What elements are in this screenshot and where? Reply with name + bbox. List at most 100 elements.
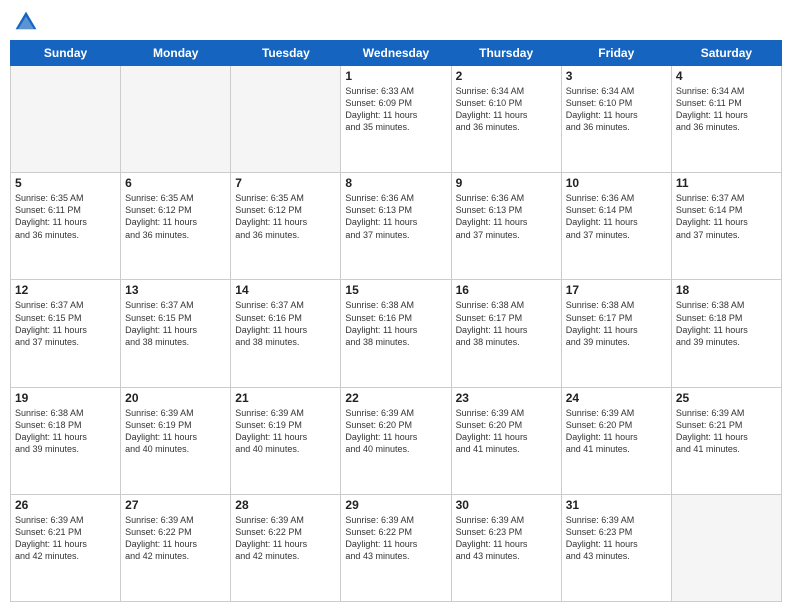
day-cell: 5 Sunrise: 6:35 AM Sunset: 6:11 PM Daylig… <box>11 173 121 280</box>
week-row-4: 26 Sunrise: 6:39 AM Sunset: 6:21 PM Dayli… <box>11 494 782 601</box>
day-cell: 27 Sunrise: 6:39 AM Sunset: 6:22 PM Dayli… <box>121 494 231 601</box>
day-cell: 25Sunrise: 6:39 AM Sunset: 6:21 PM Dayli… <box>671 387 781 494</box>
week-row-1: 5 Sunrise: 6:35 AM Sunset: 6:11 PM Daylig… <box>11 173 782 280</box>
day-number: 22 <box>345 391 446 405</box>
day-cell: 1 Sunrise: 6:33 AM Sunset: 6:09 PM Daylig… <box>341 66 451 173</box>
day-number: 6 <box>125 176 226 190</box>
day-info: Sunrise: 6:39 AM Sunset: 6:23 PM Dayligh… <box>566 514 667 563</box>
week-row-3: 19Sunrise: 6:38 AM Sunset: 6:18 PM Dayli… <box>11 387 782 494</box>
day-info: Sunrise: 6:36 AM Sunset: 6:14 PM Dayligh… <box>566 192 667 241</box>
day-cell: 14 Sunrise: 6:37 AM Sunset: 6:16 PM Dayli… <box>231 280 341 387</box>
day-info: Sunrise: 6:36 AM Sunset: 6:13 PM Dayligh… <box>345 192 446 241</box>
day-cell: 20 Sunrise: 6:39 AM Sunset: 6:19 PM Dayli… <box>121 387 231 494</box>
day-number: 27 <box>125 498 226 512</box>
week-row-0: 1 Sunrise: 6:33 AM Sunset: 6:09 PM Daylig… <box>11 66 782 173</box>
day-number: 3 <box>566 69 667 83</box>
day-info: Sunrise: 6:37 AM Sunset: 6:16 PM Dayligh… <box>235 299 336 348</box>
day-number: 16 <box>456 283 557 297</box>
day-cell: 30Sunrise: 6:39 AM Sunset: 6:23 PM Dayli… <box>451 494 561 601</box>
logo <box>14 10 42 34</box>
day-number: 15 <box>345 283 446 297</box>
weekday-sunday: Sunday <box>11 41 121 66</box>
day-info: Sunrise: 6:38 AM Sunset: 6:17 PM Dayligh… <box>456 299 557 348</box>
day-number: 21 <box>235 391 336 405</box>
day-info: Sunrise: 6:34 AM Sunset: 6:10 PM Dayligh… <box>566 85 667 134</box>
day-cell: 22 Sunrise: 6:39 AM Sunset: 6:20 PM Dayli… <box>341 387 451 494</box>
day-number: 10 <box>566 176 667 190</box>
weekday-header-row: SundayMondayTuesdayWednesdayThursdayFrid… <box>11 41 782 66</box>
day-cell <box>121 66 231 173</box>
day-info: Sunrise: 6:39 AM Sunset: 6:19 PM Dayligh… <box>125 407 226 456</box>
day-info: Sunrise: 6:37 AM Sunset: 6:14 PM Dayligh… <box>676 192 777 241</box>
day-info: Sunrise: 6:36 AM Sunset: 6:13 PM Dayligh… <box>456 192 557 241</box>
day-cell: 23 Sunrise: 6:39 AM Sunset: 6:20 PM Dayli… <box>451 387 561 494</box>
day-cell: 15 Sunrise: 6:38 AM Sunset: 6:16 PM Dayli… <box>341 280 451 387</box>
day-cell <box>11 66 121 173</box>
day-number: 28 <box>235 498 336 512</box>
day-cell: 12 Sunrise: 6:37 AM Sunset: 6:15 PM Dayli… <box>11 280 121 387</box>
day-info: Sunrise: 6:37 AM Sunset: 6:15 PM Dayligh… <box>15 299 116 348</box>
day-number: 25 <box>676 391 777 405</box>
day-cell: 4Sunrise: 6:34 AM Sunset: 6:11 PM Daylig… <box>671 66 781 173</box>
weekday-wednesday: Wednesday <box>341 41 451 66</box>
weekday-friday: Friday <box>561 41 671 66</box>
day-number: 9 <box>456 176 557 190</box>
day-info: Sunrise: 6:39 AM Sunset: 6:20 PM Dayligh… <box>345 407 446 456</box>
day-info: Sunrise: 6:38 AM Sunset: 6:18 PM Dayligh… <box>676 299 777 348</box>
day-info: Sunrise: 6:35 AM Sunset: 6:12 PM Dayligh… <box>235 192 336 241</box>
day-info: Sunrise: 6:39 AM Sunset: 6:20 PM Dayligh… <box>566 407 667 456</box>
day-number: 24 <box>566 391 667 405</box>
day-info: Sunrise: 6:39 AM Sunset: 6:22 PM Dayligh… <box>125 514 226 563</box>
day-number: 26 <box>15 498 116 512</box>
day-info: Sunrise: 6:38 AM Sunset: 6:18 PM Dayligh… <box>15 407 116 456</box>
day-cell <box>671 494 781 601</box>
day-cell: 24 Sunrise: 6:39 AM Sunset: 6:20 PM Dayli… <box>561 387 671 494</box>
day-info: Sunrise: 6:39 AM Sunset: 6:23 PM Dayligh… <box>456 514 557 563</box>
day-cell: 9 Sunrise: 6:36 AM Sunset: 6:13 PM Daylig… <box>451 173 561 280</box>
day-info: Sunrise: 6:37 AM Sunset: 6:15 PM Dayligh… <box>125 299 226 348</box>
day-info: Sunrise: 6:39 AM Sunset: 6:22 PM Dayligh… <box>345 514 446 563</box>
day-info: Sunrise: 6:35 AM Sunset: 6:11 PM Dayligh… <box>15 192 116 241</box>
day-info: Sunrise: 6:33 AM Sunset: 6:09 PM Dayligh… <box>345 85 446 134</box>
day-cell: 28 Sunrise: 6:39 AM Sunset: 6:22 PM Dayli… <box>231 494 341 601</box>
day-number: 7 <box>235 176 336 190</box>
day-number: 13 <box>125 283 226 297</box>
logo-icon <box>14 10 38 34</box>
day-cell: 26 Sunrise: 6:39 AM Sunset: 6:21 PM Dayli… <box>11 494 121 601</box>
day-cell: 3 Sunrise: 6:34 AM Sunset: 6:10 PM Daylig… <box>561 66 671 173</box>
day-cell: 7 Sunrise: 6:35 AM Sunset: 6:12 PM Daylig… <box>231 173 341 280</box>
day-cell: 8 Sunrise: 6:36 AM Sunset: 6:13 PM Daylig… <box>341 173 451 280</box>
day-cell: 31 Sunrise: 6:39 AM Sunset: 6:23 PM Dayli… <box>561 494 671 601</box>
day-info: Sunrise: 6:39 AM Sunset: 6:22 PM Dayligh… <box>235 514 336 563</box>
day-number: 17 <box>566 283 667 297</box>
day-info: Sunrise: 6:39 AM Sunset: 6:20 PM Dayligh… <box>456 407 557 456</box>
day-info: Sunrise: 6:34 AM Sunset: 6:11 PM Dayligh… <box>676 85 777 134</box>
day-cell: 19Sunrise: 6:38 AM Sunset: 6:18 PM Dayli… <box>11 387 121 494</box>
weekday-thursday: Thursday <box>451 41 561 66</box>
calendar-table: SundayMondayTuesdayWednesdayThursdayFrid… <box>10 40 782 602</box>
day-number: 18 <box>676 283 777 297</box>
day-cell <box>231 66 341 173</box>
week-row-2: 12 Sunrise: 6:37 AM Sunset: 6:15 PM Dayli… <box>11 280 782 387</box>
day-number: 20 <box>125 391 226 405</box>
day-cell: 6Sunrise: 6:35 AM Sunset: 6:12 PM Daylig… <box>121 173 231 280</box>
day-cell: 11Sunrise: 6:37 AM Sunset: 6:14 PM Dayli… <box>671 173 781 280</box>
day-info: Sunrise: 6:38 AM Sunset: 6:17 PM Dayligh… <box>566 299 667 348</box>
day-number: 23 <box>456 391 557 405</box>
day-cell: 17 Sunrise: 6:38 AM Sunset: 6:17 PM Dayli… <box>561 280 671 387</box>
day-number: 5 <box>15 176 116 190</box>
header <box>10 10 782 34</box>
weekday-monday: Monday <box>121 41 231 66</box>
day-cell: 13 Sunrise: 6:37 AM Sunset: 6:15 PM Dayli… <box>121 280 231 387</box>
day-number: 8 <box>345 176 446 190</box>
day-number: 12 <box>15 283 116 297</box>
day-info: Sunrise: 6:39 AM Sunset: 6:21 PM Dayligh… <box>15 514 116 563</box>
day-number: 31 <box>566 498 667 512</box>
day-number: 1 <box>345 69 446 83</box>
day-info: Sunrise: 6:38 AM Sunset: 6:16 PM Dayligh… <box>345 299 446 348</box>
day-number: 14 <box>235 283 336 297</box>
page: SundayMondayTuesdayWednesdayThursdayFrid… <box>0 0 792 612</box>
day-cell: 18 Sunrise: 6:38 AM Sunset: 6:18 PM Dayli… <box>671 280 781 387</box>
day-cell: 21Sunrise: 6:39 AM Sunset: 6:19 PM Dayli… <box>231 387 341 494</box>
weekday-tuesday: Tuesday <box>231 41 341 66</box>
